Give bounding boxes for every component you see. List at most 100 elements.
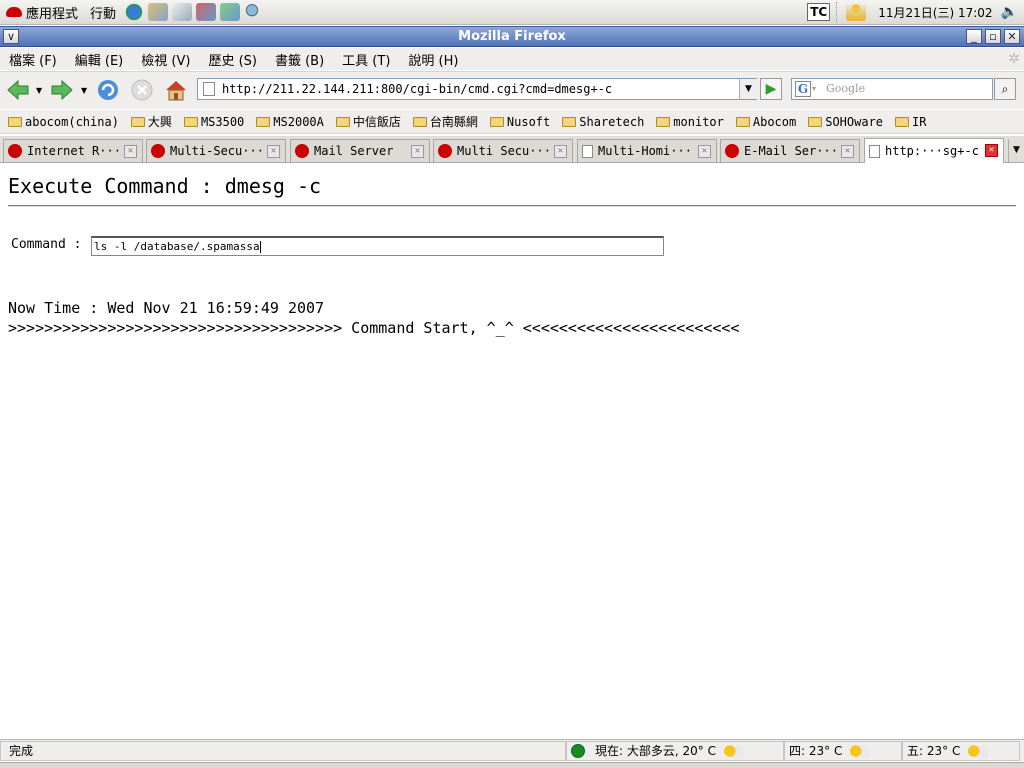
- menu-history[interactable]: 歷史 (S): [199, 50, 266, 69]
- forward-icon[interactable]: [50, 78, 74, 102]
- calc-icon[interactable]: [220, 3, 241, 21]
- bookmark-folder[interactable]: 大興: [130, 113, 172, 130]
- weather-now-text: 現在: 大部多云, 20° C: [595, 744, 716, 758]
- actions-label: 行動: [90, 6, 117, 22]
- redhat-icon: [8, 144, 22, 158]
- menu-file[interactable]: 檔案 (F): [0, 50, 66, 69]
- folder-icon: [489, 116, 504, 127]
- minimize-button[interactable]: _: [966, 29, 982, 44]
- tab-multi-secu-1[interactable]: Multi-Secu··· ✕: [146, 139, 286, 162]
- bookmarks-toolbar: abocom(china) 大興 MS3500 MS2000A 中信飯店 台南縣…: [0, 110, 1024, 134]
- bookmark-label: MS3500: [200, 114, 245, 129]
- tab-email-ser[interactable]: E-Mail Ser··· ✕: [720, 139, 860, 162]
- email-icon[interactable]: [148, 3, 169, 21]
- close-tab-icon[interactable]: ✕: [411, 145, 424, 158]
- menu-tools[interactable]: 工具 (T): [333, 50, 399, 69]
- bookmark-label: 台南縣網: [429, 115, 478, 129]
- window-titlebar[interactable]: ∨ Mozilla Firefox _ ▫ ✕: [0, 26, 1024, 47]
- menu-bookmarks[interactable]: 書籤 (B): [266, 50, 333, 69]
- forward-history-dropdown[interactable]: ▼: [81, 86, 87, 95]
- web-browser-icon[interactable]: [124, 3, 145, 21]
- reload-icon[interactable]: [96, 78, 120, 102]
- google-engine-icon[interactable]: G: [795, 81, 811, 97]
- system-tray: TC 11月21日(三) 17:02 🔈: [807, 0, 1024, 25]
- close-tab-icon[interactable]: ✕: [841, 145, 854, 158]
- applications-menu[interactable]: 應用程式: [0, 0, 84, 25]
- command-label: Command :: [11, 237, 82, 252]
- weather-thursday[interactable]: 四: 23° C: [784, 740, 902, 761]
- tab-mail-server[interactable]: Mail Server ✕: [290, 139, 430, 162]
- engine-dropdown-icon[interactable]: ▾: [812, 79, 816, 99]
- redhat-icon: [725, 144, 739, 158]
- url-bar[interactable]: http://211.22.144.211:800/cgi-bin/cmd.cg…: [197, 78, 757, 100]
- bookmark-folder[interactable]: Nusoft: [489, 114, 551, 129]
- search-button[interactable]: ⌕: [994, 78, 1016, 100]
- throbber-icon: ✲: [1008, 51, 1020, 67]
- bookmark-label: MS2000A: [273, 114, 324, 129]
- text-caret: [259, 241, 261, 253]
- tab-label: Multi-Secu···: [170, 144, 264, 158]
- impress-icon[interactable]: [196, 3, 217, 21]
- bookmark-folder[interactable]: abocom(china): [8, 115, 119, 129]
- tab-label: E-Mail Ser···: [744, 144, 838, 158]
- page-icon: [869, 144, 880, 158]
- horizontal-rule: [8, 205, 1016, 207]
- back-history-dropdown[interactable]: ▼: [36, 86, 42, 95]
- url-history-dropdown[interactable]: ▼: [739, 79, 757, 99]
- tab-list-dropdown[interactable]: ▼: [1008, 139, 1024, 162]
- close-tab-icon[interactable]: ✕: [267, 145, 280, 158]
- writer-icon[interactable]: [172, 3, 193, 21]
- bookmark-folder[interactable]: Sharetech: [562, 115, 644, 129]
- partly-cloudy-icon: [721, 743, 744, 758]
- weather-friday[interactable]: 五: 23° C: [902, 740, 1020, 761]
- folder-icon: [335, 116, 350, 127]
- bookmark-folder[interactable]: 中信飯店: [335, 113, 401, 130]
- menu-edit[interactable]: 編輯 (E): [66, 50, 133, 69]
- folder-icon: [183, 116, 198, 127]
- home-icon[interactable]: [164, 78, 188, 102]
- close-window-button[interactable]: ✕: [1004, 29, 1020, 44]
- command-input[interactable]: ls -l /database/.spamassa: [91, 236, 664, 256]
- search-tool-icon[interactable]: [244, 3, 265, 21]
- bookmark-folder[interactable]: Abocom: [735, 115, 796, 129]
- tab-multi-homi[interactable]: Multi-Homi··· ✕: [577, 139, 717, 162]
- tab-internet[interactable]: Internet R··· ✕: [3, 139, 143, 162]
- input-method-indicator[interactable]: TC: [807, 3, 831, 21]
- bookmark-folder[interactable]: IR: [895, 115, 926, 129]
- bottom-taskbar: [0, 762, 1024, 768]
- search-bar[interactable]: G ▾ Google: [791, 78, 993, 100]
- bookmark-folder[interactable]: SOHOware: [808, 115, 883, 129]
- menu-help[interactable]: 說明 (H): [399, 50, 467, 69]
- folder-icon: [735, 116, 750, 127]
- maximize-button[interactable]: ▫: [985, 29, 1001, 44]
- folder-icon: [8, 116, 22, 127]
- close-tab-icon[interactable]: ✕: [124, 145, 137, 158]
- bookmark-folder[interactable]: monitor: [656, 115, 724, 129]
- bookmark-label: Nusoft: [506, 114, 551, 129]
- bookmark-label: 中信飯店: [352, 115, 401, 129]
- redhat-icon: [295, 144, 309, 158]
- bookmark-label: monitor: [673, 114, 724, 129]
- bookmark-folder[interactable]: 台南縣網: [412, 113, 478, 130]
- folder-icon: [562, 116, 577, 127]
- folder-icon: [256, 116, 271, 127]
- weather-now[interactable]: 現在: 大部多云, 20° C: [566, 740, 784, 761]
- user-status-icon[interactable]: [846, 3, 867, 21]
- back-icon[interactable]: [6, 78, 30, 102]
- tab-multi-secu-2[interactable]: Multi Secu··· ✕: [433, 139, 573, 162]
- bookmark-folder[interactable]: MS2000A: [256, 115, 324, 129]
- bookmark-folder[interactable]: MS3500: [183, 114, 245, 129]
- panel-clock[interactable]: 11月21日(三) 17:02: [878, 4, 992, 21]
- globe-icon: [571, 743, 585, 758]
- go-button[interactable]: ▶: [760, 78, 782, 100]
- window-title: Mozilla Firefox: [458, 29, 566, 44]
- stop-icon[interactable]: [130, 78, 154, 102]
- close-tab-icon[interactable]: ✕: [985, 144, 998, 157]
- close-tab-icon[interactable]: ✕: [554, 145, 567, 158]
- menu-bar: 檔案 (F) 編輯 (E) 檢視 (V) 歷史 (S) 書籤 (B) 工具 (T…: [0, 48, 1024, 70]
- menu-view[interactable]: 檢視 (V): [132, 50, 199, 69]
- close-tab-icon[interactable]: ✕: [698, 145, 711, 158]
- tab-active[interactable]: http:···sg+-c ✕: [864, 138, 1004, 163]
- actions-menu[interactable]: 行動: [84, 0, 122, 25]
- volume-icon[interactable]: 🔈: [1001, 4, 1018, 20]
